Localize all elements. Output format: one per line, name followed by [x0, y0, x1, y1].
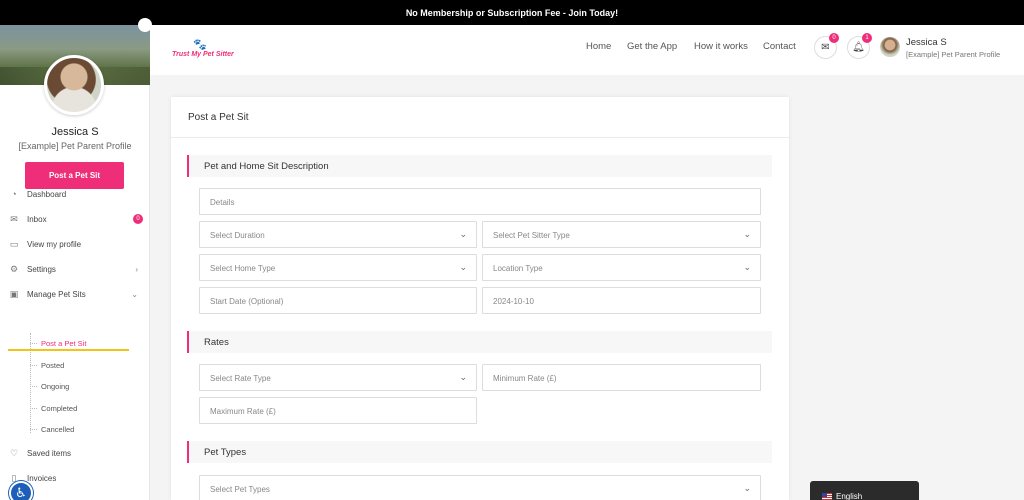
home-type-select[interactable]: Select Home Type ⌄	[199, 254, 477, 281]
submenu-item-label: Post a Pet Sit	[41, 339, 87, 348]
placeholder: Select Rate Type	[210, 374, 271, 383]
user-profile-type: [Example] Pet Parent Profile	[906, 50, 1001, 59]
placeholder: Minimum Rate (£)	[493, 374, 557, 383]
inbox-count-badge: 0	[133, 214, 143, 224]
mail-icon: ✉	[821, 42, 830, 53]
language-label: English	[836, 492, 863, 500]
rate-type-select[interactable]: Select Rate Type ⌄	[199, 364, 477, 391]
sidebar-item-label: Manage Pet Sits	[27, 289, 86, 299]
inbox-icon: ✉	[10, 214, 18, 224]
nav-contact-link[interactable]: Contact	[763, 41, 796, 52]
profile-subtitle: [Example] Pet Parent Profile	[18, 141, 132, 151]
submenu-item-label: Ongoing	[41, 382, 70, 391]
placeholder: Details	[210, 198, 235, 207]
nav-how-it-works-link[interactable]: How it works	[694, 41, 748, 52]
paw-icon: 🐾	[193, 39, 207, 51]
maximum-rate-input[interactable]: Maximum Rate (£)	[199, 397, 477, 424]
nav-home-link[interactable]: Home	[586, 41, 611, 52]
tree-branch	[30, 429, 37, 430]
submenu-item-label: Completed	[41, 404, 78, 413]
profile-name: Jessica S	[51, 126, 99, 138]
tree-branch	[30, 386, 37, 387]
us-flag-icon	[822, 493, 832, 500]
chevron-right-icon: ›	[135, 264, 138, 274]
submenu-item-completed[interactable]: Completed	[0, 399, 150, 417]
site-header: 🐾 Trust My Pet Sitter Home Get the App H…	[150, 25, 1024, 75]
bell-icon: 🔔︎	[852, 42, 865, 53]
placeholder: Start Date (Optional)	[210, 297, 284, 306]
chevron-down-icon: ⌄	[459, 372, 467, 382]
field-value: 2024-10-10	[493, 297, 534, 306]
divider	[171, 137, 789, 138]
sidebar-item-dashboard[interactable]: ◔ Dashboard	[0, 184, 150, 204]
language-selector[interactable]: English	[810, 481, 919, 500]
sidebar-item-label: View my profile	[27, 239, 82, 249]
dashboard-icon: ◔	[11, 189, 17, 199]
pet-sitter-type-select[interactable]: Select Pet Sitter Type ⌄	[482, 221, 761, 248]
messages-badge: 0	[829, 33, 839, 43]
chevron-down-icon: ⌄	[743, 262, 751, 272]
user-avatar[interactable]	[880, 37, 900, 57]
header-notch	[138, 18, 152, 32]
nav-get-app-link[interactable]: Get the App	[627, 41, 677, 52]
chevron-down-icon: ⌄	[743, 483, 751, 493]
placeholder: Select Duration	[210, 231, 265, 240]
minimum-rate-input[interactable]: Minimum Rate (£)	[482, 364, 761, 391]
sidebar-item-view-profile[interactable]: ▭ View my profile	[0, 234, 150, 254]
chevron-down-icon: ⌄	[131, 289, 138, 299]
submenu-item-posted[interactable]: Posted	[0, 356, 150, 374]
post-pet-sit-card: Post a Pet Sit Pet and Home Sit Descript…	[171, 97, 789, 500]
placeholder: Maximum Rate (£)	[210, 407, 276, 416]
section-header-rates: Rates	[187, 331, 772, 353]
user-name[interactable]: Jessica S	[906, 37, 947, 48]
section-title: Pet Types	[204, 447, 247, 458]
sidebar-item-label: Invoices	[27, 473, 57, 483]
gear-icon: ⚙	[9, 264, 19, 274]
location-type-select[interactable]: Location Type ⌄	[482, 254, 761, 281]
announcement-text: No Membership or Subscription Fee - Join…	[405, 7, 619, 18]
sidebar-item-saved-items[interactable]: ♡ Saved items	[0, 443, 150, 463]
tree-branch	[30, 365, 37, 366]
placeholder: Select Home Type	[210, 264, 276, 273]
section-header-description: Pet and Home Sit Description	[187, 155, 772, 177]
tree-branch	[30, 408, 37, 409]
sidebar-item-settings[interactable]: ⚙ Settings ›	[0, 259, 150, 279]
start-date-input[interactable]: Start Date (Optional)	[199, 287, 477, 314]
page-title: Post a Pet Sit	[188, 112, 249, 123]
end-date-input[interactable]: 2024-10-10	[482, 287, 761, 314]
placeholder: Location Type	[493, 264, 543, 273]
submenu-item-label: Cancelled	[41, 425, 75, 434]
section-title: Rates	[204, 337, 229, 348]
chevron-down-icon: ⌄	[459, 229, 467, 239]
section-title: Pet and Home Sit Description	[204, 161, 329, 172]
submenu-item-label: Posted	[41, 361, 65, 370]
placeholder: Select Pet Sitter Type	[493, 231, 570, 240]
calendar-icon: ▣	[9, 289, 19, 299]
chevron-down-icon: ⌄	[459, 262, 467, 272]
announcement-bar: No Membership or Subscription Fee - Join…	[0, 0, 1024, 25]
heart-icon: ♡	[9, 448, 19, 458]
submenu-item-ongoing[interactable]: Ongoing	[0, 377, 150, 395]
sidebar-item-label: Inbox	[27, 214, 47, 224]
site-logo[interactable]: 🐾 Trust My Pet Sitter	[172, 38, 234, 60]
sidebar-item-label: Settings	[27, 264, 56, 274]
chevron-down-icon: ⌄	[743, 229, 751, 239]
sidebar-item-inbox[interactable]: ✉ Inbox 0	[0, 209, 150, 229]
profile-avatar[interactable]	[44, 55, 104, 115]
section-header-pet-types: Pet Types	[187, 441, 772, 463]
sidebar-item-label: Saved items	[27, 448, 72, 458]
monitor-icon: ▭	[9, 239, 19, 249]
highlight-underline	[8, 349, 129, 351]
sidebar-item-label: Dashboard	[27, 189, 67, 199]
notifications-badge: 1	[862, 33, 872, 43]
tree-branch	[30, 343, 37, 344]
sidebar-item-manage-pet-sits[interactable]: ▣ Manage Pet Sits ⌄	[0, 284, 150, 304]
pet-types-select[interactable]: Select Pet Types ⌄	[199, 475, 761, 500]
logo-text: Trust My Pet Sitter	[172, 51, 234, 58]
duration-select[interactable]: Select Duration ⌄	[199, 221, 477, 248]
submenu-item-cancelled[interactable]: Cancelled	[0, 420, 150, 438]
accessibility-icon[interactable]: ♿	[9, 481, 33, 500]
placeholder: Select Pet Types	[210, 485, 270, 494]
details-input[interactable]: Details	[199, 188, 761, 215]
